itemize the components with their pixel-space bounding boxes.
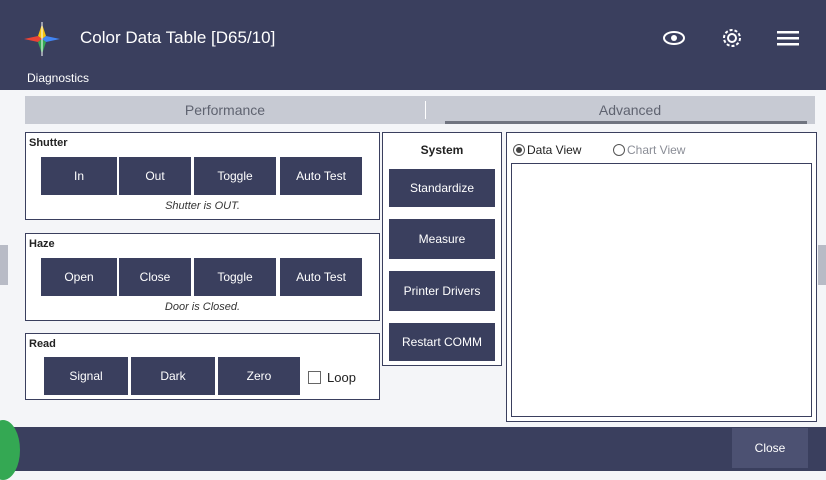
radio-selected-dot	[516, 147, 522, 153]
tab-advanced[interactable]: Advanced	[445, 96, 815, 124]
eye-icon[interactable]	[660, 24, 688, 52]
read-group: Read Signal Dark Zero Loop	[25, 333, 380, 400]
measure-button[interactable]: Measure	[389, 219, 495, 259]
data-view-label: Data View	[527, 143, 582, 157]
left-scroll-arrow-icon[interactable]	[0, 245, 8, 285]
chart-view-radio[interactable]	[613, 144, 625, 156]
haze-toggle-button[interactable]: Toggle	[194, 258, 276, 296]
shutter-toggle-button[interactable]: Toggle	[194, 157, 276, 195]
haze-auto-test-button[interactable]: Auto Test	[280, 258, 362, 296]
right-scroll-arrow-icon[interactable]	[818, 245, 826, 285]
printer-drivers-button[interactable]: Printer Drivers	[389, 271, 495, 311]
tab-performance[interactable]: Performance	[25, 96, 425, 124]
haze-close-button[interactable]: Close	[119, 258, 191, 296]
shutter-label: Shutter	[29, 137, 68, 149]
menu-icon[interactable]	[774, 24, 802, 52]
loop-label: Loop	[327, 370, 356, 385]
haze-group: Haze Open Close Toggle Auto Test Door is…	[25, 233, 380, 321]
active-tab-indicator	[445, 121, 807, 124]
shutter-auto-test-button[interactable]: Auto Test	[280, 157, 362, 195]
read-label: Read	[29, 338, 56, 350]
footer-bar	[0, 427, 826, 471]
data-view-content	[511, 163, 812, 417]
system-label: System	[420, 143, 464, 157]
haze-status: Door is Closed.	[164, 301, 241, 313]
shutter-out-button[interactable]: Out	[119, 157, 191, 195]
haze-label: Haze	[29, 238, 55, 250]
shutter-in-button[interactable]: In	[41, 157, 117, 195]
haze-open-button[interactable]: Open	[41, 258, 117, 296]
loop-checkbox[interactable]	[308, 371, 321, 384]
read-signal-button[interactable]: Signal	[44, 357, 128, 395]
standardize-button[interactable]: Standardize	[389, 169, 495, 207]
gear-icon[interactable]	[718, 24, 746, 52]
system-group: System Standardize Measure Printer Drive…	[382, 132, 502, 366]
read-zero-button[interactable]: Zero	[218, 357, 300, 395]
section-title: Diagnostics	[27, 71, 90, 85]
tab-bar: Performance Advanced	[25, 96, 815, 124]
title-bar: Color Data Table [D65/10]	[0, 0, 826, 64]
shutter-status: Shutter is OUT.	[165, 200, 240, 212]
data-view-panel: Data View Chart View	[506, 132, 817, 422]
shutter-group: Shutter In Out Toggle Auto Test Shutter …	[25, 132, 380, 220]
tab-divider	[425, 101, 426, 119]
chart-view-label: Chart View	[627, 143, 686, 157]
close-button[interactable]: Close	[732, 428, 808, 468]
restart-comm-button[interactable]: Restart COMM	[389, 323, 495, 361]
read-dark-button[interactable]: Dark	[131, 357, 215, 395]
data-view-radio[interactable]	[513, 144, 525, 156]
color-wheel-logo-icon	[24, 22, 60, 56]
section-header: Diagnostics	[0, 64, 826, 90]
window-title: Color Data Table [D65/10]	[80, 28, 276, 47]
